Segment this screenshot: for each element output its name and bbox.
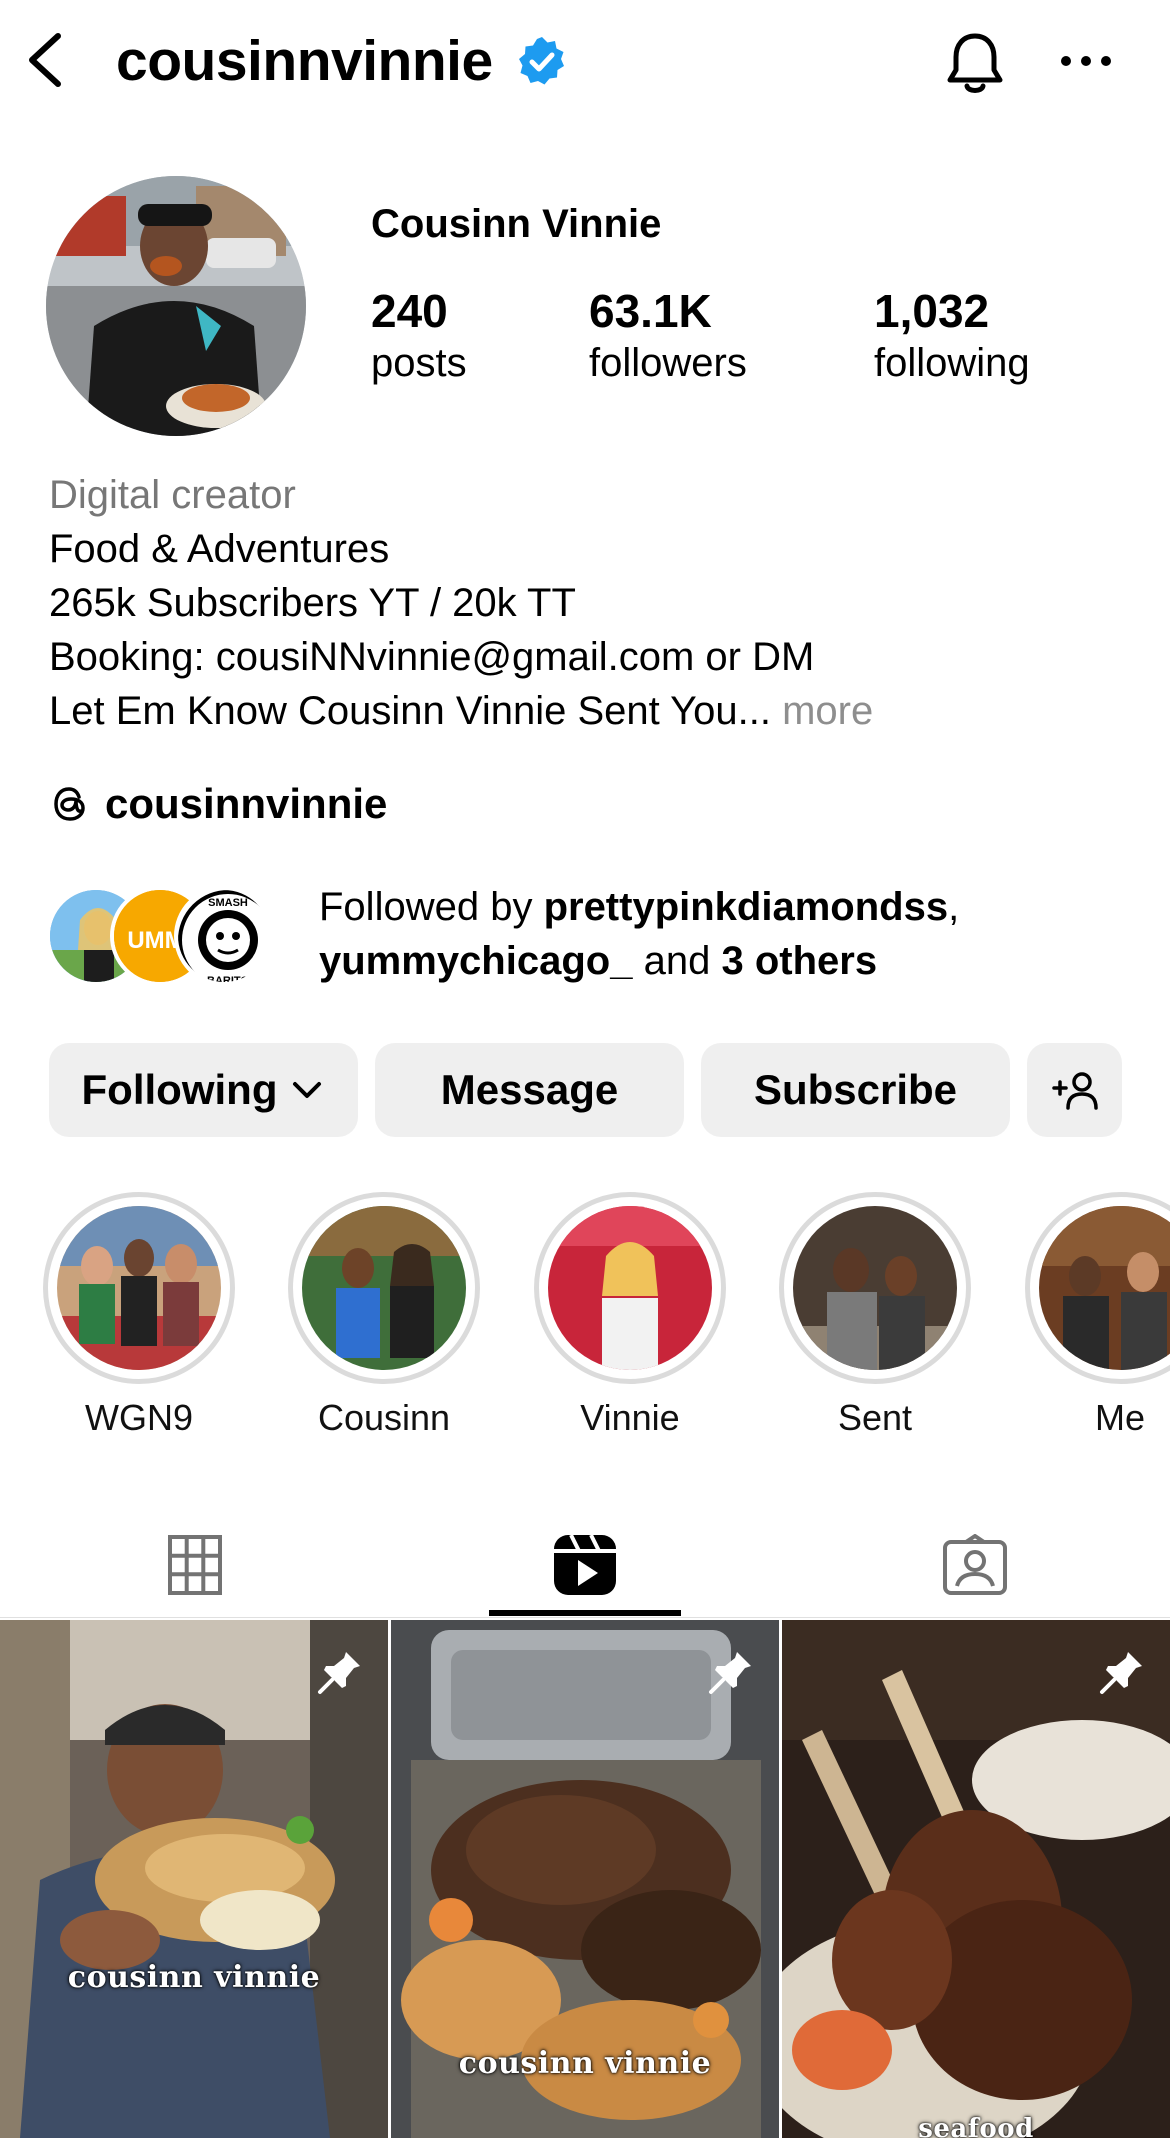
- mutual-follower-2: yummychicago_: [319, 939, 633, 983]
- highlight-label: Me: [1095, 1397, 1146, 1438]
- mutual-followers-others: 3 others: [721, 939, 878, 983]
- bio-line: Food & Adventures: [49, 527, 390, 571]
- highlight-ring: [288, 1192, 480, 1384]
- highlight-ring: [534, 1192, 726, 1384]
- subscribe-button-label: Subscribe: [753, 1066, 958, 1113]
- stat-followers-label: followers: [589, 341, 747, 385]
- pin-icon: [318, 1652, 360, 1694]
- message-button[interactable]: Message: [375, 1043, 684, 1137]
- reel-thumbnail: [782, 1620, 1170, 2138]
- highlight-cover: [793, 1206, 957, 1370]
- bio-category: Digital creator: [49, 473, 296, 517]
- highlight-cover: [302, 1206, 466, 1370]
- reel-tile[interactable]: cousinn vinnie: [391, 1620, 779, 2138]
- back-button[interactable]: [22, 30, 70, 90]
- tab-tagged[interactable]: [780, 1510, 1170, 1620]
- followed-by-text[interactable]: Followed by prettypinkdiamondss, yummych…: [319, 880, 1139, 988]
- tabs-divider: [0, 1617, 1170, 1618]
- reel-tile[interactable]: seafood: [782, 1620, 1170, 2138]
- reel-caption: cousinn vinnie: [67, 1960, 321, 1995]
- verified-badge-icon: [519, 37, 564, 85]
- bio-line-text: Let Em Know Cousinn Vinnie Sent You...: [49, 689, 771, 733]
- stat-followers[interactable]: 63.1K followers: [589, 284, 747, 388]
- following-button-label: Following: [81, 1066, 278, 1113]
- reels-icon: [554, 1534, 616, 1595]
- highlight-cover: [57, 1206, 221, 1370]
- highlight-label: WGN9: [85, 1397, 193, 1438]
- profile-photo: [46, 176, 306, 436]
- highlight-vinnie[interactable]: Vinnie: [532, 1192, 728, 1442]
- grid-icon: [168, 1535, 222, 1595]
- more-options-button[interactable]: [1058, 36, 1114, 86]
- highlight-ring: [43, 1192, 235, 1384]
- highlight-sent[interactable]: Sent: [777, 1192, 973, 1442]
- highlight-ring: [779, 1192, 971, 1384]
- tab-reels[interactable]: [390, 1510, 780, 1620]
- profile-avatar[interactable]: [46, 176, 306, 436]
- mutual-followers-avatars[interactable]: UMMY SMASH BARITO: [46, 886, 298, 986]
- suggested-users-button[interactable]: [1027, 1043, 1122, 1137]
- tab-posts-grid[interactable]: [0, 1510, 390, 1620]
- highlight-ring: [1025, 1192, 1170, 1384]
- smash-logo-top: SMASH: [208, 897, 248, 909]
- bio-line: 265k Subscribers YT / 20k TT: [49, 581, 576, 625]
- threads-handle: cousinnvinnie: [105, 780, 388, 827]
- mutual-avatar-smash: SMASH BARITO: [174, 886, 274, 986]
- more-horizontal-icon: [1061, 56, 1111, 66]
- highlight-cover: [1039, 1206, 1170, 1370]
- reel-caption: cousinn vinnie: [458, 2046, 712, 2081]
- profile-username: cousinnvinnie: [116, 29, 493, 93]
- smash-logo-bottom: BARITO: [207, 975, 249, 986]
- stat-following-label: following: [874, 341, 1030, 385]
- stat-following-value: 1,032: [874, 285, 990, 337]
- profile-display-name: Cousinn Vinnie: [371, 202, 662, 246]
- stat-posts-value: 240: [371, 285, 448, 337]
- pin-icon: [1100, 1652, 1142, 1694]
- chevron-left-icon: [29, 33, 61, 87]
- message-button-label: Message: [440, 1066, 619, 1113]
- followed-by-conjunction: and: [643, 939, 711, 983]
- reel-thumbnail: [0, 1620, 388, 2138]
- stat-posts[interactable]: 240 posts: [371, 284, 467, 388]
- following-button[interactable]: Following: [49, 1043, 358, 1137]
- profile-content-tabs: [0, 1510, 1170, 1620]
- subscribe-button[interactable]: Subscribe: [701, 1043, 1010, 1137]
- bio-line-booking: Booking: cousiNNvinnie@gmail.com or DM: [49, 635, 815, 679]
- bio-line-last: Let Em Know Cousinn Vinnie Sent You... m…: [49, 684, 1129, 738]
- threads-link[interactable]: cousinnvinnie: [49, 775, 387, 833]
- mutual-follower-1: prettypinkdiamondss: [543, 885, 949, 929]
- reel-caption: seafood: [918, 2114, 1034, 2138]
- reel-tile[interactable]: cousinn vinnie: [0, 1620, 388, 2138]
- stat-following[interactable]: 1,032 following: [874, 284, 1030, 388]
- stat-posts-label: posts: [371, 341, 467, 385]
- followed-by-prefix: Followed by: [319, 885, 533, 929]
- highlight-label: Cousinn: [317, 1397, 451, 1438]
- profile-header-bar: cousinnvinnie: [0, 0, 1170, 122]
- pin-icon: [709, 1652, 751, 1694]
- add-person-icon: [1051, 1072, 1098, 1110]
- highlight-me[interactable]: Me: [1023, 1192, 1170, 1442]
- highlight-cover: [548, 1206, 712, 1370]
- followed-by-separator: ,: [948, 885, 960, 929]
- notifications-button[interactable]: [940, 28, 1010, 98]
- tagged-icon: [943, 1534, 1007, 1595]
- highlight-cousinn[interactable]: Cousinn: [286, 1192, 482, 1442]
- bio-more-link[interactable]: more: [782, 689, 873, 733]
- highlight-wgn9[interactable]: WGN9: [41, 1192, 237, 1442]
- active-tab-indicator: [489, 1610, 681, 1616]
- highlight-label: Vinnie: [580, 1397, 680, 1438]
- profile-bio: Digital creator Food & Adventures 265k S…: [49, 468, 1129, 738]
- highlight-label: Sent: [837, 1397, 913, 1438]
- stat-followers-value: 63.1K: [589, 285, 712, 337]
- chevron-down-icon: [293, 1082, 322, 1098]
- bell-icon: [947, 33, 1003, 93]
- threads-icon: [54, 787, 85, 821]
